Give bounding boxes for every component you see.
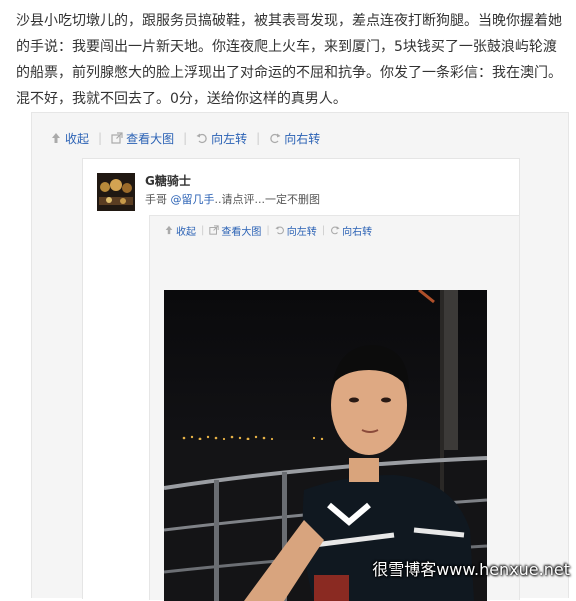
rotate-left-icon xyxy=(275,226,284,235)
rotate-right-label: 向右转 xyxy=(342,226,373,238)
repost-image-panel: 收起 | 查看大图 | 向左转 | 向右转 xyxy=(149,215,520,601)
post-text: 沙县小吃切墩儿的，跟服务员搞破鞋，被其表哥发现，差点连夜打断狗腿。当晚你握着她的… xyxy=(16,13,562,107)
reposted-post-card: G糖骑士 手哥 @留几手..请点评...一定不删图 收起 | 查看大图 | 向左… xyxy=(82,158,520,601)
toolbar-divider: | xyxy=(183,131,188,145)
rotate-right-icon xyxy=(331,226,340,235)
view-large-label: 查看大图 xyxy=(126,131,175,146)
rotate-right-button[interactable]: 向右转 xyxy=(269,130,320,147)
toolbar-divider: | xyxy=(256,131,261,145)
view-large-label: 查看大图 xyxy=(221,226,262,238)
collapse-button[interactable]: 收起 xyxy=(164,223,196,238)
external-link-icon xyxy=(111,132,123,144)
up-arrow-icon xyxy=(165,225,173,235)
view-large-button[interactable]: 查看大图 xyxy=(111,130,174,147)
mention-link[interactable]: @留几手 xyxy=(171,193,215,206)
rotate-right-button[interactable]: 向右转 xyxy=(330,223,372,238)
username[interactable]: G糖骑士 xyxy=(145,172,191,189)
rotate-right-label: 向右转 xyxy=(284,131,321,146)
rotate-left-button[interactable]: 向左转 xyxy=(275,223,317,238)
toolbar-divider: | xyxy=(266,224,270,236)
toolbar-divider: | xyxy=(98,131,103,145)
collapse-label: 收起 xyxy=(176,226,196,238)
toolbar-divider: | xyxy=(321,224,326,236)
toolbar-divider: | xyxy=(201,224,205,236)
watermark: 很雪博客www.henxue.net xyxy=(372,560,570,579)
external-link-icon xyxy=(209,225,220,235)
collapse-button[interactable]: 收起 xyxy=(50,130,89,147)
avatar[interactable] xyxy=(97,173,135,211)
rotate-right-icon xyxy=(270,133,281,144)
repost-image-toolbar: 收起 | 查看大图 | 向左转 | 向右转 xyxy=(164,223,372,238)
view-large-button[interactable]: 查看大图 xyxy=(209,223,261,238)
attached-image-panel: 收起 | 查看大图 | 向左转 | 向右转 G糖骑士 手哥 @留几手..请点评.… xyxy=(31,112,569,601)
up-arrow-icon xyxy=(52,133,60,143)
rotate-left-button[interactable]: 向左转 xyxy=(196,130,247,147)
photo-image xyxy=(164,290,487,601)
image-toolbar: 收起 | 查看大图 | 向左转 | 向右转 xyxy=(50,129,320,147)
repost-text-suffix: ..请点评...一定不删图 xyxy=(214,193,320,206)
rotate-left-icon xyxy=(196,133,207,144)
repost-text-prefix: 手哥 xyxy=(145,193,171,206)
repost-photo[interactable] xyxy=(164,290,487,601)
avatar-image xyxy=(97,173,135,211)
collapse-label: 收起 xyxy=(65,131,90,146)
repost-text: 手哥 @留几手..请点评...一定不删图 xyxy=(145,191,320,207)
rotate-left-label: 向左转 xyxy=(211,131,248,146)
rotate-left-label: 向左转 xyxy=(286,226,317,238)
